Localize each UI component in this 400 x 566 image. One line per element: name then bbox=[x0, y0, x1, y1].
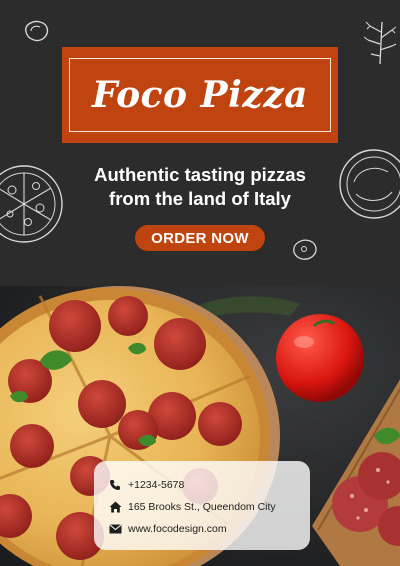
pizza-poster: Foco Pizza Authentic tasting pizzas from… bbox=[0, 0, 400, 566]
tagline-line-1: Authentic tasting pizzas bbox=[94, 164, 306, 185]
tagline: Authentic tasting pizzas from the land o… bbox=[0, 163, 400, 211]
mushroom-doodle-icon bbox=[293, 239, 317, 260]
title-frame: Foco Pizza bbox=[69, 58, 331, 132]
contact-address: 165 Brooks St., Queendom City bbox=[128, 501, 276, 513]
contact-phone: +1234-5678 bbox=[128, 479, 185, 491]
pepper-doodle-icon bbox=[25, 20, 49, 42]
contact-phone-row: +1234-5678 bbox=[108, 477, 184, 493]
phone-icon bbox=[108, 478, 122, 492]
mail-icon bbox=[108, 522, 122, 536]
tomato bbox=[276, 314, 364, 402]
contact-address-row: 165 Brooks St., Queendom City bbox=[108, 499, 276, 515]
order-now-button[interactable]: ORDER NOW bbox=[135, 225, 265, 251]
tagline-line-2: from the land of Italy bbox=[109, 188, 291, 209]
contact-card: +1234-5678 165 Brooks St., Queendom City… bbox=[94, 461, 310, 550]
home-icon bbox=[108, 500, 122, 514]
herb-doodle-icon bbox=[363, 21, 397, 65]
brand-title: Foco Pizza bbox=[91, 74, 309, 116]
contact-website[interactable]: www.focodesign.com bbox=[128, 523, 227, 535]
contact-website-row: www.focodesign.com bbox=[108, 521, 227, 537]
title-banner: Foco Pizza bbox=[62, 47, 338, 143]
